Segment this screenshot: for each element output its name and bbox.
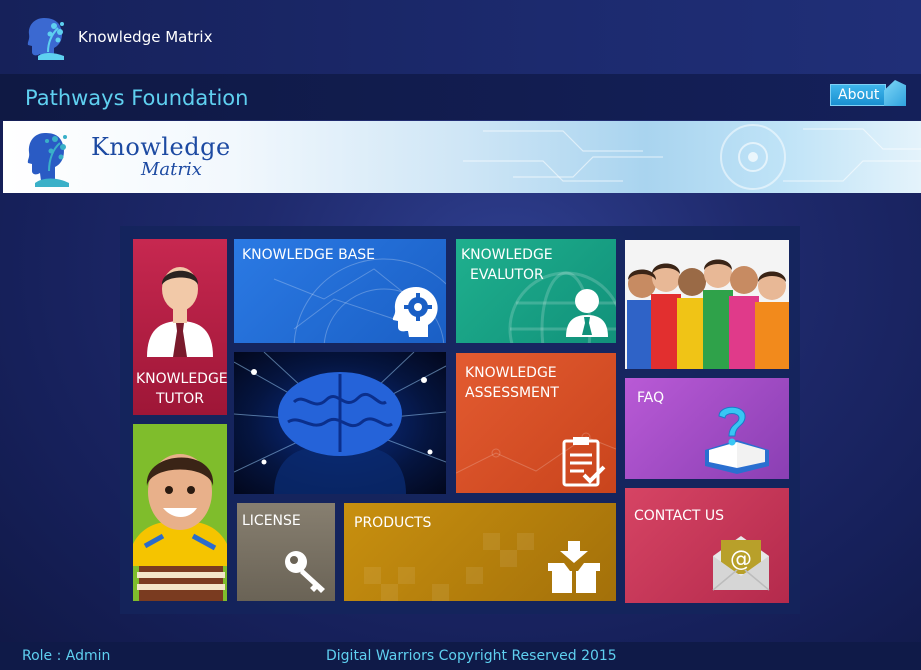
tile-knowledge-tutor[interactable]: KNOWLEDGE TUTOR (133, 239, 227, 415)
tile-label: CONTACT US (634, 508, 724, 524)
students-group-image (625, 240, 789, 369)
tile-label-line2: ASSESSMENT (465, 385, 559, 401)
svg-text:@: @ (730, 547, 752, 572)
tile-label: FAQ (637, 390, 665, 406)
user-role: Role : Admin (22, 648, 111, 664)
banner-logo-icon (27, 133, 69, 187)
copyright-text: Digital Warriors Copyright Reserved 2015 (326, 648, 617, 664)
tile-label-line1: KNOWLEDGE (136, 371, 227, 387)
org-bar: Pathways Foundation About (0, 74, 921, 120)
tile-label: LICENSE (242, 513, 301, 529)
tile-label: PRODUCTS (354, 515, 432, 531)
tile-label-line1: KNOWLEDGE (461, 247, 553, 263)
tile-knowledge-assessment[interactable]: KNOWLEDGE ASSESSMENT (456, 353, 616, 493)
banner-logo-word-knowledge: Knowledge (91, 133, 231, 161)
tile-products[interactable]: PRODUCTS (344, 503, 616, 601)
org-name: Pathways Foundation (25, 86, 249, 110)
question-book-icon (705, 406, 769, 474)
tile-knowledge-base[interactable]: KNOWLEDGE BASE (234, 239, 446, 343)
tile-label: KNOWLEDGE BASE (242, 247, 375, 263)
app-logo-icon (27, 18, 64, 60)
brain-image (234, 352, 446, 494)
circuit-decoration (463, 124, 921, 190)
tutor-avatar-icon (147, 267, 213, 357)
students-group-photo (625, 240, 789, 369)
clipboard-check-icon (562, 437, 606, 487)
brain-image-tile (234, 352, 446, 494)
about-corner-decoration (884, 80, 906, 106)
about-button[interactable]: About (830, 84, 886, 106)
tile-label-line2: EVALUTOR (470, 267, 544, 283)
brand-banner: Knowledge Matrix (3, 121, 921, 193)
app-title: Knowledge Matrix (78, 28, 213, 46)
tile-knowledge-evaluator[interactable]: KNOWLEDGE EVALUTOR (456, 239, 616, 343)
banner-logo-word-matrix: Matrix (141, 159, 202, 180)
tile-license[interactable]: LICENSE (237, 503, 335, 601)
smiling-boy-image (133, 424, 227, 601)
envelope-at-icon: @ (712, 536, 770, 591)
tile-faq[interactable]: FAQ (625, 378, 789, 479)
head-gear-icon (392, 287, 438, 337)
student-photo (133, 424, 227, 601)
box-download-icon (548, 541, 600, 593)
person-icon (566, 289, 608, 337)
top-bar: Knowledge Matrix (0, 0, 921, 74)
tile-label-line2: TUTOR (155, 391, 205, 407)
tile-contact-us[interactable]: CONTACT US @ (625, 488, 789, 603)
footer-bar: Role : Admin Digital Warriors Copyright … (0, 642, 921, 670)
key-icon (285, 551, 325, 593)
tile-label-line1: KNOWLEDGE (465, 365, 557, 381)
